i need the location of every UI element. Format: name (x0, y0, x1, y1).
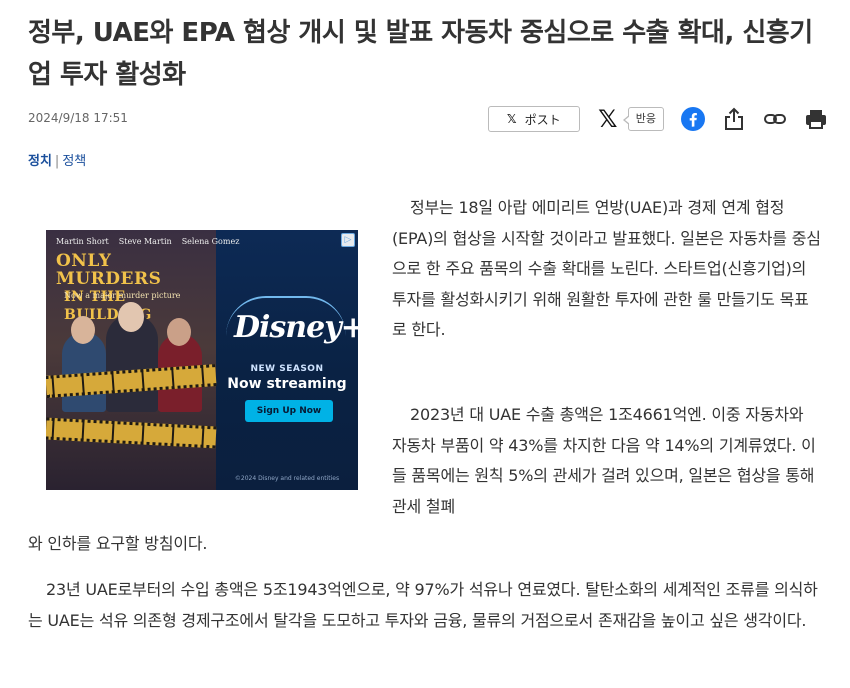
ad-film-strip (46, 417, 217, 449)
post-label: ポスト (524, 112, 561, 127)
publish-date: 2024/9/18 17:51 (28, 111, 128, 125)
ad-cast-name: Selena Gomez (181, 237, 240, 246)
link-icon[interactable] (763, 107, 787, 131)
article-title: 정부, UAE와 EPA 협상 개시 및 발표 자동차 중심으로 수출 확대, … (28, 18, 813, 90)
advertisement-banner[interactable]: Martin Short Steve Martin Selena Gomez O… (46, 230, 358, 490)
ad-tagline: Now a major murder picture (64, 291, 181, 300)
category-main-link[interactable]: 정치 (28, 154, 52, 169)
article-paragraph-2-continued: 와 인하를 요구할 방침이다. (28, 534, 208, 553)
paragraph-text: 정부는 18일 아랍 에미리트 연방(UAE)과 경제 연계 협정(EPA)의 … (392, 198, 821, 339)
ad-now-streaming: Now streaming (227, 376, 347, 392)
facebook-icon[interactable] (681, 107, 705, 131)
ad-signup-button[interactable]: Sign Up Now (245, 400, 333, 422)
ad-cast-name: Steve Martin (118, 237, 172, 246)
article-paragraph-1: 정부는 18일 아랍 에미리트 연방(UAE)과 경제 연계 협정(EPA)의 … (392, 193, 822, 346)
ad-choices-icon[interactable]: ▷ (341, 233, 355, 247)
ad-new-season: NEW SEASON (250, 364, 324, 374)
category-sub-link[interactable]: 정책 (62, 154, 86, 169)
category-separator: | (54, 154, 60, 169)
print-icon[interactable] (804, 107, 828, 131)
ad-poster-image: Martin Short Steve Martin Selena Gomez O… (46, 230, 239, 490)
paragraph-text: 2023년 대 UAE 수출 총액은 1조4661억엔. 이중 자동차와 자동차… (392, 405, 816, 516)
share-icon[interactable] (722, 107, 746, 131)
x-share-icon[interactable]: 𝕏 (596, 106, 620, 132)
reply-count-button[interactable]: 반응 (622, 107, 664, 131)
paragraph-text: 23년 UAE로부터의 수입 총액은 5조1943억엔으로, 약 97%가 석유… (28, 580, 818, 630)
ad-show-title-line: ONLY MURDERS (56, 251, 162, 289)
ad-cast-name: Martin Short (56, 237, 109, 246)
post-button[interactable]: 𝕏 ポスト (487, 106, 580, 132)
article-meta: 2024/9/18 17:51 𝕏 ポスト 𝕏 반응 (28, 104, 828, 134)
ad-cast-names: Martin Short Steve Martin Selena Gomez (56, 237, 239, 246)
x-icon: 𝕏 (506, 112, 517, 126)
ad-copyright: ©2024 Disney and related entities (234, 475, 340, 482)
share-bar: 𝕏 ポスト 𝕏 반응 (487, 104, 828, 134)
article-paragraph-3: 23년 UAE로부터의 수입 총액은 5조1943억엔으로, 약 97%가 석유… (28, 575, 822, 636)
breadcrumb: 정치 | 정책 (28, 150, 86, 169)
disney-plus-logo: Disney+ (234, 310, 358, 345)
article-paragraph-2: 2023년 대 UAE 수출 총액은 1조4661억엔. 이중 자동차와 자동차… (392, 400, 822, 522)
